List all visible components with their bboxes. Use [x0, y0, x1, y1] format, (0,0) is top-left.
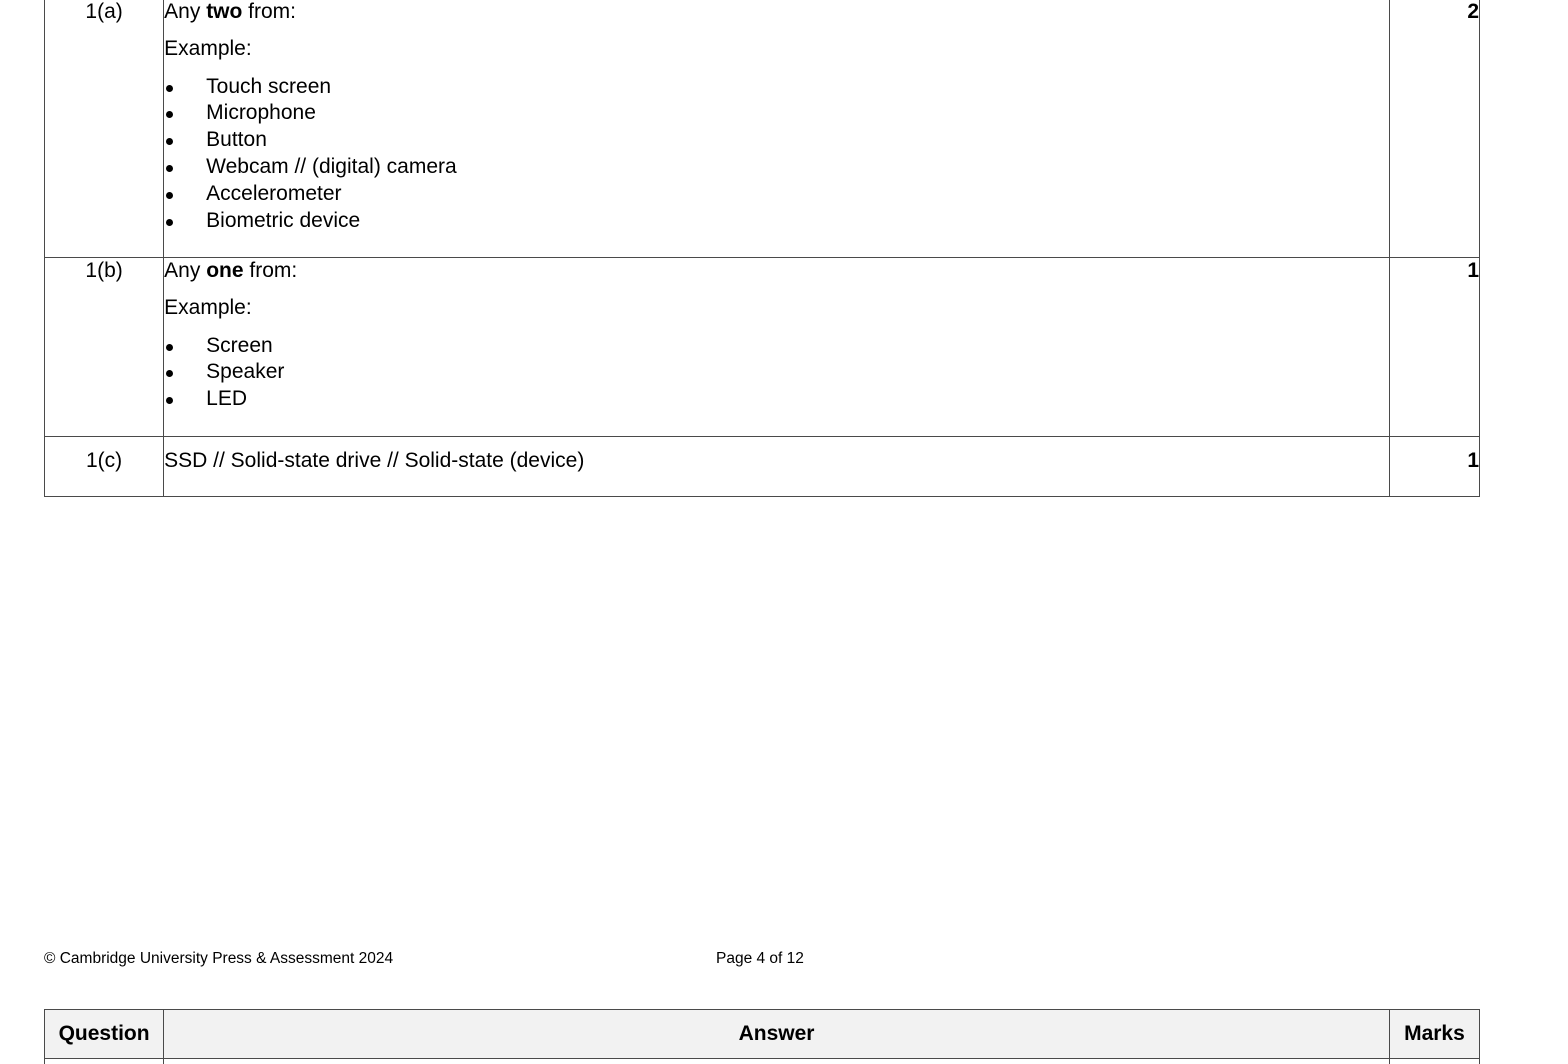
example-label: Example: [164, 295, 252, 319]
question-number [43, 1058, 165, 1064]
marks-header: Marks [1388, 1009, 1481, 1059]
answer-header: Answer [163, 1009, 1390, 1059]
example-label: Example: [164, 36, 252, 60]
next-page-table: Question Answer Marks [43, 1009, 1481, 1064]
question-number: 1(b) [43, 257, 165, 437]
answer-cell: SSD // Solid-state drive // Solid-state … [163, 436, 1390, 497]
list-item: Microphone [164, 100, 1389, 127]
answer-list: Touch screen Microphone Button Webcam //… [164, 74, 1389, 235]
list-item: Screen [164, 333, 1389, 360]
list-item: Touch screen [164, 74, 1389, 101]
instruction: Any two from: [164, 0, 297, 23]
mark-scheme-page: 1(a) Any two from: Example: Touch screen… [0, 0, 1568, 1064]
list-item: LED [164, 386, 1389, 413]
marks-value: 1 [1388, 436, 1481, 497]
question-header: Question [43, 1009, 165, 1059]
page-number: Page 4 of 12 [716, 950, 804, 967]
copyright-notice: © Cambridge University Press & Assessmen… [44, 950, 394, 967]
marks-value: 2 [1388, 0, 1481, 258]
table-row [43, 1058, 1481, 1064]
list-item: Speaker [164, 359, 1389, 386]
answer-cell: Any two from: Example: Touch screen Micr… [163, 0, 1390, 258]
table-header-row: Question Answer Marks [43, 1009, 1481, 1059]
list-item: Biometric device [164, 208, 1389, 235]
list-item: Webcam // (digital) camera [164, 154, 1389, 181]
table-row: 1(b) Any one from: Example: Screen Speak… [43, 257, 1481, 437]
table-row: 1(c) SSD // Solid-state drive // Solid-s… [43, 436, 1481, 497]
table-row: 1(a) Any two from: Example: Touch screen… [43, 0, 1481, 258]
question-number: 1(c) [43, 436, 165, 497]
mark-scheme-table: 1(a) Any two from: Example: Touch screen… [43, 0, 1481, 497]
answer-list: Screen Speaker LED [164, 333, 1389, 413]
instruction: Any one from: [164, 259, 298, 282]
list-item: Accelerometer [164, 181, 1389, 208]
answer-cell: Any one from: Example: Screen Speaker LE… [163, 257, 1390, 437]
marks-value: 1 [1388, 257, 1481, 437]
answer-cell [163, 1058, 1390, 1064]
list-item: Button [164, 127, 1389, 154]
question-number: 1(a) [43, 0, 165, 258]
marks-value [1388, 1058, 1481, 1064]
